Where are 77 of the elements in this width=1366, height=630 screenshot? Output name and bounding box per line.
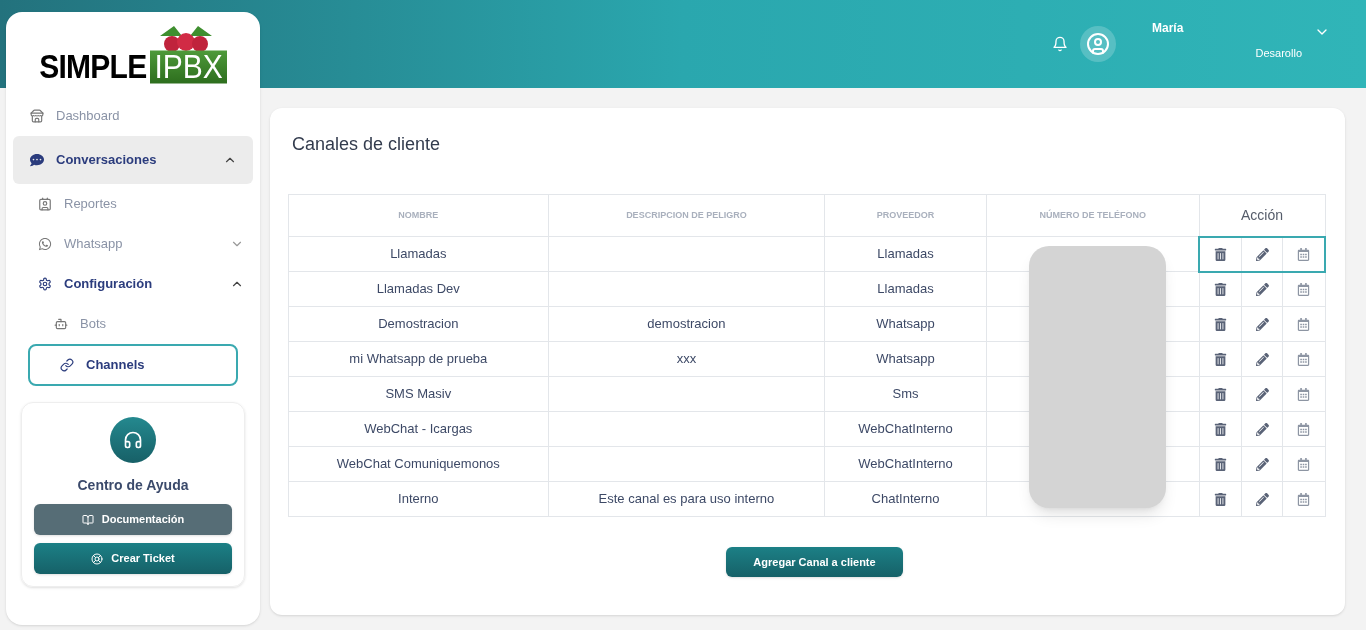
logo-badge: IPBX (150, 50, 227, 84)
trash-icon (1213, 317, 1227, 331)
table-cell: Demostracion (288, 306, 549, 342)
notification-bell-icon[interactable] (1052, 36, 1068, 52)
column-header: Acción (1199, 194, 1325, 237)
table-cell: mi Whatsapp de prueba (288, 341, 549, 377)
sidebar-item[interactable]: Channels (28, 344, 238, 386)
pencil-icon (1255, 457, 1269, 471)
pencil-icon (1255, 247, 1269, 261)
calendar-icon (1297, 387, 1311, 401)
avatar[interactable] (1080, 26, 1116, 62)
contact-card-icon (38, 197, 52, 211)
user-role: Desarollo (1255, 46, 1302, 61)
pencil-icon (1255, 422, 1269, 436)
calendar-icon (1297, 422, 1311, 436)
table-cell: Llamadas (288, 236, 549, 272)
help-title: Centro de Ayuda (77, 476, 189, 495)
sidebar-item[interactable]: Reportes (6, 184, 260, 224)
page-title: Canales de cliente (292, 133, 442, 156)
whatsapp-icon (38, 237, 52, 251)
pencil-icon (1255, 492, 1269, 506)
create-ticket-button[interactable]: Crear Ticket (34, 543, 232, 574)
column-header: DESCRIPCION DE PELIGRO (548, 194, 825, 237)
table-cell: WebChatInterno (824, 446, 987, 482)
table-cell: Llamadas (824, 236, 987, 272)
pencil-icon (1255, 317, 1269, 331)
sidebar-item[interactable]: Configuración (6, 264, 260, 304)
column-header: NÚMERO DE TELÉFONO (986, 194, 1200, 237)
calendar-icon (1297, 282, 1311, 296)
chat-bubble-icon (30, 153, 44, 167)
sidebar-item[interactable]: Conversaciones (13, 136, 253, 184)
table-cell: Llamadas (824, 271, 987, 307)
link-icon (60, 358, 74, 372)
table-cell: ChatInterno (824, 481, 987, 517)
table-cell: SMS Masiv (288, 376, 549, 412)
calendar-icon (1297, 317, 1311, 331)
table-cell: demostracion (548, 306, 825, 342)
table-cell: Sms (824, 376, 987, 412)
table-cell: Llamadas Dev (288, 271, 549, 307)
table-cell: xxx (548, 341, 825, 377)
logo-text: SIMPLE (39, 50, 147, 84)
table-cell: Interno (288, 481, 549, 517)
pencil-icon (1255, 352, 1269, 366)
trash-icon (1213, 352, 1227, 366)
trash-icon (1213, 422, 1227, 436)
calendar-icon (1297, 457, 1311, 471)
calendar-icon (1297, 352, 1311, 366)
trash-icon (1213, 247, 1227, 261)
column-header: NOMBRE (288, 194, 549, 237)
table-cell: WebChatInterno (824, 411, 987, 447)
trash-icon (1213, 282, 1227, 296)
book-icon (81, 513, 94, 526)
lifebuoy-icon (91, 552, 104, 565)
trash-icon (1213, 492, 1227, 506)
store-icon (30, 109, 44, 123)
sidebar-item[interactable]: Bots (6, 304, 260, 344)
table-cell: WebChat - Icargas (288, 411, 549, 447)
trash-icon (1213, 457, 1227, 471)
add-channel-button[interactable]: Agregar Canal a cliente (726, 547, 903, 577)
pencil-icon (1255, 387, 1269, 401)
table-cell: WebChat Comuniquemonos (288, 446, 549, 482)
sidebar-item[interactable]: Dashboard (6, 96, 260, 136)
user-icon (1086, 32, 1110, 56)
table-cell: Whatsapp (824, 341, 987, 377)
table-cell: Este canal es para uso interno (548, 481, 825, 517)
calendar-icon (1297, 492, 1311, 506)
table-cell: Whatsapp (824, 306, 987, 342)
user-name: María (1152, 20, 1185, 37)
documentation-button[interactable]: Documentación (34, 504, 232, 535)
robot-icon (54, 317, 68, 331)
headset-icon (123, 430, 143, 450)
column-header: PROVEEDOR (824, 194, 987, 237)
pencil-icon (1255, 282, 1269, 296)
calendar-icon (1297, 247, 1311, 261)
gear-icon (38, 277, 52, 291)
trash-icon (1213, 387, 1227, 401)
sidebar-item[interactable]: Whatsapp (6, 224, 260, 264)
